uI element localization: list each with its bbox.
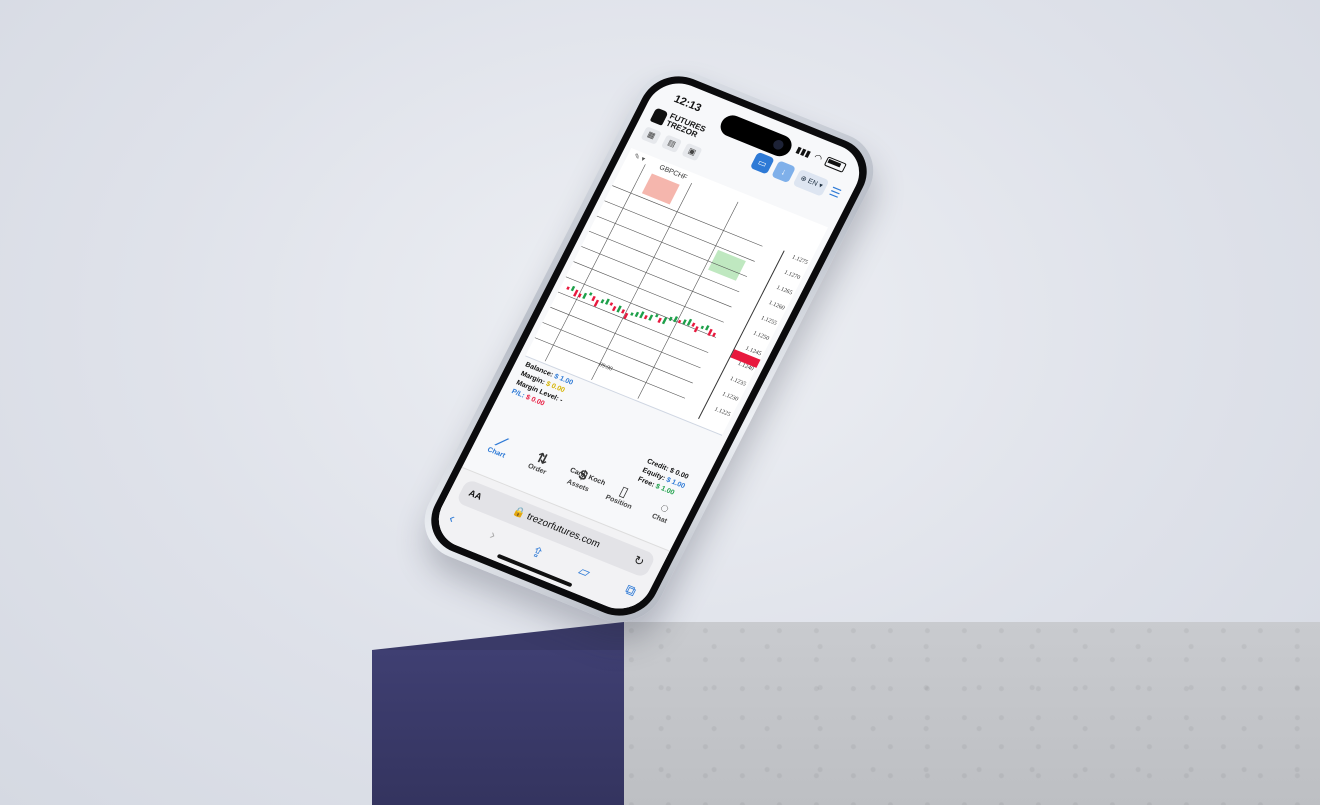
candle: [682, 319, 687, 325]
candle: [591, 295, 596, 302]
price-label: 1.1275: [790, 254, 809, 267]
candle: [630, 312, 634, 316]
candle: [704, 325, 710, 331]
price-label: 1.1250: [752, 330, 771, 343]
price-label: 1.1265: [775, 284, 794, 297]
candle: [691, 322, 696, 327]
layout-icon[interactable]: ▤: [660, 134, 683, 153]
camera-icon: [771, 138, 786, 152]
candle: [657, 317, 662, 323]
price-label: 1.1225: [713, 406, 732, 419]
candle: [686, 318, 693, 326]
share-icon[interactable]: ⇪: [528, 543, 546, 563]
candle: [609, 302, 614, 306]
grid-line: [612, 185, 763, 247]
back-icon[interactable]: ‹: [446, 510, 458, 527]
candle: [616, 305, 622, 313]
candle: [593, 299, 600, 307]
grid-line: [596, 215, 748, 277]
candle: [655, 313, 659, 318]
candle: [639, 311, 645, 319]
candle: [566, 286, 570, 290]
forward-icon[interactable]: ›: [487, 526, 499, 543]
candle: [648, 314, 654, 321]
pedestal-concrete-face: [624, 622, 1320, 805]
candle: [707, 328, 713, 336]
grid-line: [591, 183, 693, 381]
grid-line: [581, 246, 732, 308]
candle: [711, 332, 717, 337]
candle: [570, 285, 576, 292]
price-label: 1.1270: [782, 269, 802, 282]
layers-icon[interactable]: ▣: [681, 142, 703, 162]
menu-icon[interactable]: ☰: [827, 184, 843, 201]
candle: [582, 292, 588, 299]
phone-mockup: 12:13 ▮▮▮ ◠ FUTURES TREZOR ▦ ▤ ▣ ▭ ↓ ⊕ E…: [410, 57, 888, 635]
candle: [700, 325, 705, 330]
candle: [611, 305, 617, 312]
price-label: 1.1235: [728, 376, 747, 388]
language-label: EN: [806, 177, 819, 188]
price-label: 1.1230: [721, 391, 740, 403]
phone-screen: 12:13 ▮▮▮ ◠ FUTURES TREZOR ▦ ▤ ▣ ▭ ↓ ⊕ E…: [428, 74, 870, 618]
bookmarks-icon[interactable]: ▱: [575, 562, 593, 581]
pedestal-dark-face: [372, 650, 624, 805]
candle: [634, 311, 640, 318]
grid-line: [542, 322, 693, 384]
candle: [600, 299, 605, 304]
grid-line: [557, 291, 709, 353]
lock-icon: 🔒: [510, 505, 528, 521]
candle: [693, 326, 699, 333]
tabs-icon[interactable]: ⧉: [622, 581, 640, 600]
candle: [661, 317, 668, 325]
calendar-icon[interactable]: ▦: [640, 126, 662, 145]
grid-line: [573, 261, 724, 323]
price-label: 1.1260: [767, 300, 786, 312]
candle: [621, 309, 626, 314]
grid-line: [588, 230, 740, 293]
grid-line: [604, 200, 755, 262]
candle: [677, 319, 682, 324]
candle: [588, 292, 593, 296]
grid-line: [565, 276, 717, 338]
battery-icon: [823, 156, 847, 173]
price-label: 1.1255: [759, 315, 778, 327]
chevron-down-icon: ▾: [817, 182, 824, 190]
pedestal-dark-top: [372, 622, 624, 650]
margin-level-value: -: [558, 396, 564, 405]
candle: [573, 289, 579, 297]
wifi-icon: ◠: [812, 151, 824, 164]
candle: [604, 298, 610, 305]
candle: [643, 314, 648, 320]
signal-icon: ▮▮▮: [794, 144, 813, 159]
